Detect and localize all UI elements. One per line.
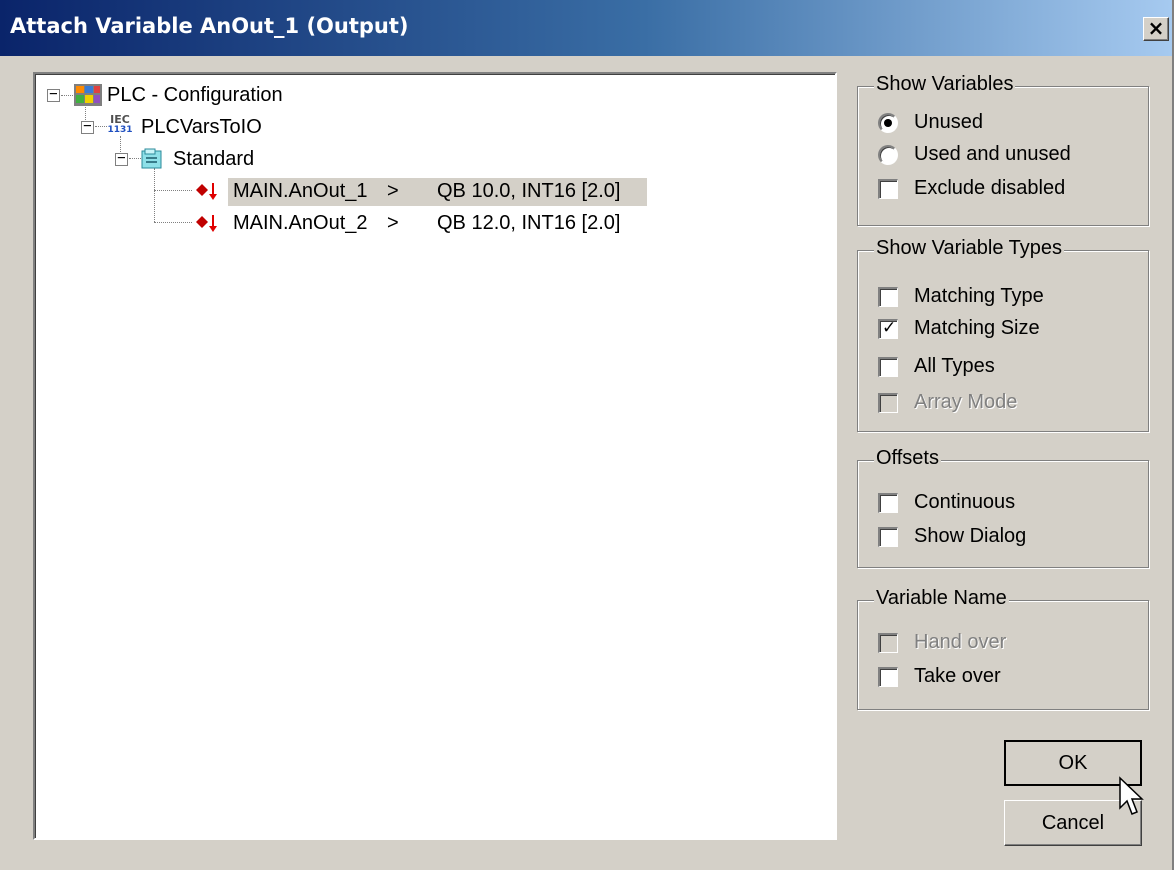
task-folder-icon [141, 148, 162, 169]
collapse-icon[interactable]: − [81, 119, 94, 134]
output-variable-icon [196, 183, 217, 200]
variable-address: QB 12.0, INT16 [2.0] [437, 212, 621, 234]
checkbox[interactable] [878, 179, 898, 199]
title-bar: Attach Variable AnOut_1 (Output) × [0, 0, 1172, 56]
option-label: Take over [914, 665, 1001, 687]
close-button[interactable]: × [1143, 17, 1169, 41]
option-label: Show Dialog [914, 525, 1027, 547]
option-label: Hand over [914, 631, 1007, 653]
variable-tree[interactable]: − PLC - Configuration − IEC 1131 PLCVars… [33, 72, 837, 840]
checkbox[interactable]: ✓ [878, 318, 898, 339]
attach-variable-dialog: Attach Variable AnOut_1 (Output) × − PLC… [0, 0, 1174, 870]
variable-name: MAIN.AnOut_2 [233, 212, 368, 234]
tree-connector [129, 158, 141, 159]
checkbox[interactable] [878, 527, 898, 547]
option-label: Array Mode [914, 391, 1018, 413]
option-label: Matching Size [914, 317, 1040, 339]
collapse-icon[interactable]: − [115, 151, 128, 166]
radio-button[interactable] [878, 145, 898, 165]
close-icon: × [1147, 16, 1165, 40]
show-variables-group: Show Variables Unused Used and unused Ex… [857, 73, 1149, 226]
tree-node-variable[interactable]: MAIN.AnOut_2 > QB 12.0, INT16 [2.0] [195, 210, 647, 238]
option-label: Used and unused [914, 143, 1071, 165]
tree-node-label: PLC - Configuration [107, 84, 283, 106]
iec-1131-icon: IEC 1131 [107, 113, 133, 135]
option-label: Unused [914, 111, 983, 133]
variable-name: MAIN.AnOut_1 [233, 180, 368, 202]
show-variable-types-group: Show Variable Types Matching Type ✓ Matc… [857, 237, 1149, 432]
variable-name-group: Variable Name Hand over Take over [857, 587, 1149, 710]
checkbox[interactable] [878, 357, 898, 377]
offsets-group: Offsets Continuous Show Dialog [857, 447, 1149, 568]
plc-configuration-icon [74, 84, 102, 106]
dialog-title: Attach Variable AnOut_1 (Output) [10, 14, 409, 38]
tree-connector [154, 222, 192, 223]
group-legend: Show Variable Types [874, 237, 1065, 260]
radio-selected-dot [884, 119, 892, 127]
variable-arrow: > [387, 212, 399, 234]
tree-connector [61, 95, 73, 96]
mouse-pointer-icon [1119, 776, 1144, 815]
option-label: All Types [914, 355, 995, 377]
tree-connector [154, 168, 155, 222]
checkbox[interactable] [878, 493, 898, 513]
checkbox [878, 633, 898, 653]
tree-node-variable[interactable]: MAIN.AnOut_1 > QB 10.0, INT16 [2.0] [195, 178, 647, 206]
tree-node-label: PLCVarsToIO [141, 116, 262, 138]
tree-connector [154, 190, 192, 191]
tree-node-label: Standard [173, 148, 255, 170]
group-legend: Variable Name [874, 587, 1009, 610]
option-label: Continuous [914, 491, 1016, 513]
checkbox [878, 393, 898, 413]
option-label: Matching Type [914, 285, 1044, 307]
checkbox[interactable] [878, 667, 898, 687]
group-legend: Offsets [874, 447, 941, 470]
output-variable-icon [196, 215, 217, 232]
radio-button[interactable] [878, 113, 898, 133]
group-legend: Show Variables [874, 73, 1016, 96]
checkbox[interactable] [878, 287, 898, 307]
check-mark-icon: ✓ [882, 318, 897, 338]
collapse-icon[interactable]: − [47, 87, 60, 102]
variable-arrow: > [387, 180, 399, 202]
variable-address: QB 10.0, INT16 [2.0] [437, 180, 621, 202]
option-label: Exclude disabled [914, 177, 1066, 199]
